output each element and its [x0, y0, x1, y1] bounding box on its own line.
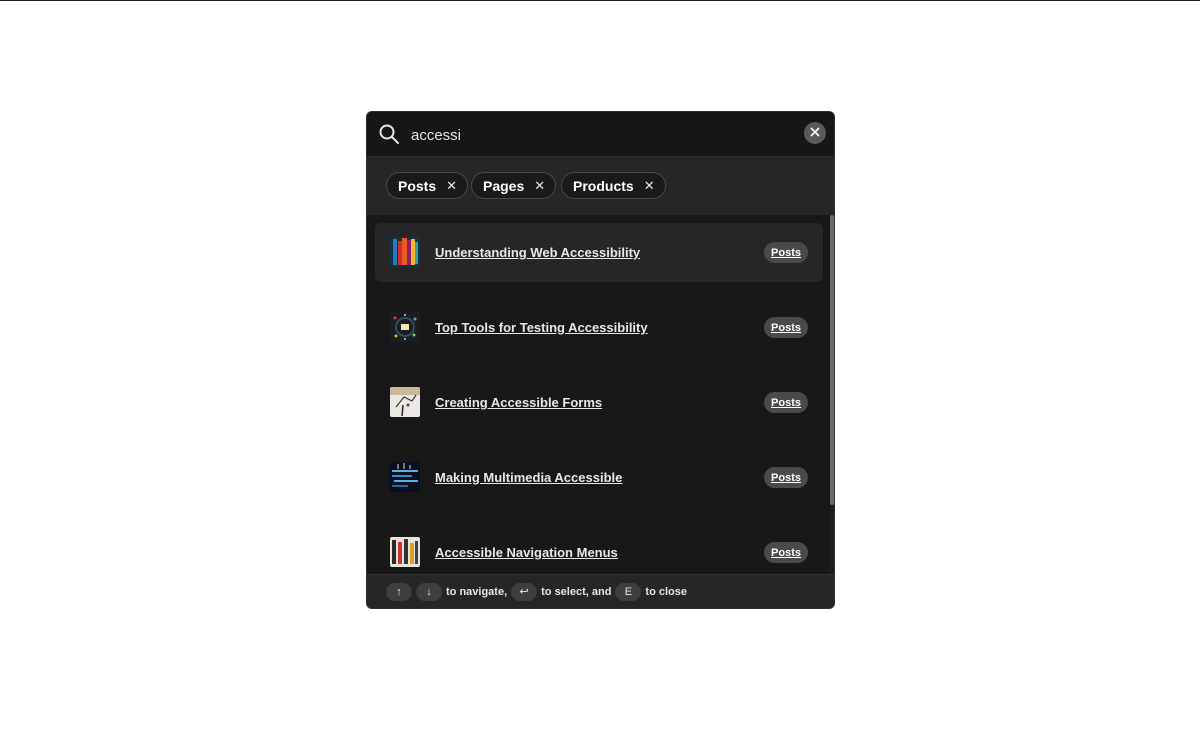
result-type-badge[interactable]: Posts	[764, 392, 808, 413]
result-type-badge[interactable]: Posts	[764, 242, 808, 263]
arrow-down-key-icon: ↓	[416, 582, 442, 601]
result-item[interactable]: Understanding Web Accessibility Posts	[375, 223, 823, 282]
result-item[interactable]: Accessible Navigation Menus Posts	[375, 523, 823, 575]
filter-chip-products[interactable]: Products ✕	[561, 172, 666, 199]
filter-chip-posts[interactable]: Posts ✕	[386, 172, 469, 199]
search-modal: Posts ✕ Pages ✕ Products ✕	[366, 111, 835, 609]
result-item[interactable]: Top Tools for Testing Accessibility Post…	[375, 298, 823, 357]
close-icon	[810, 124, 820, 142]
result-thumbnail	[390, 537, 420, 567]
result-thumbnail	[390, 462, 420, 492]
remove-filter-icon[interactable]: ✕	[534, 179, 545, 192]
result-thumbnail	[390, 237, 420, 267]
result-type-badge[interactable]: Posts	[764, 542, 808, 563]
result-type-badge[interactable]: Posts	[764, 317, 808, 338]
result-item[interactable]: Making Multimedia Accessible Posts	[375, 448, 823, 507]
result-thumbnail	[390, 387, 420, 417]
search-input[interactable]	[411, 124, 791, 146]
hint-navigate-text: to navigate,	[446, 585, 508, 598]
filter-chip-label: Posts	[398, 177, 437, 194]
result-title-link[interactable]: Accessible Navigation Menus	[435, 545, 618, 560]
keyboard-hints: ↑ ↓ to navigate, ↩ to select, and E to c…	[367, 574, 834, 608]
result-type-badge[interactable]: Posts	[764, 467, 808, 488]
filter-chip-label: Products	[573, 177, 634, 194]
result-title-link[interactable]: Top Tools for Testing Accessibility	[435, 320, 648, 335]
result-thumbnail	[390, 312, 420, 342]
filter-chip-label: Pages	[483, 177, 525, 194]
close-key-icon: E	[615, 582, 642, 601]
remove-filter-icon[interactable]: ✕	[644, 179, 655, 192]
scrollbar-thumb[interactable]	[830, 215, 834, 505]
enter-key-icon: ↩	[511, 582, 538, 601]
arrow-up-key-icon: ↑	[386, 582, 412, 601]
search-icon	[378, 123, 400, 145]
search-bar	[367, 112, 834, 156]
result-title-link[interactable]: Making Multimedia Accessible	[435, 470, 622, 485]
top-divider	[0, 0, 1200, 1]
result-title-link[interactable]: Understanding Web Accessibility	[435, 245, 640, 260]
filter-chip-pages[interactable]: Pages ✕	[471, 172, 557, 199]
clear-search-button[interactable]	[804, 122, 826, 144]
result-title-link[interactable]: Creating Accessible Forms	[435, 395, 602, 410]
hint-close-text: to close	[645, 585, 687, 598]
remove-filter-icon[interactable]: ✕	[446, 179, 457, 192]
filter-chips: Posts ✕ Pages ✕ Products ✕	[367, 156, 834, 215]
hint-select-text: to select, and	[541, 585, 612, 598]
results-scrollbar[interactable]	[830, 215, 834, 575]
result-item[interactable]: Creating Accessible Forms Posts	[375, 373, 823, 432]
results-list: Understanding Web Accessibility Posts To…	[367, 215, 834, 575]
